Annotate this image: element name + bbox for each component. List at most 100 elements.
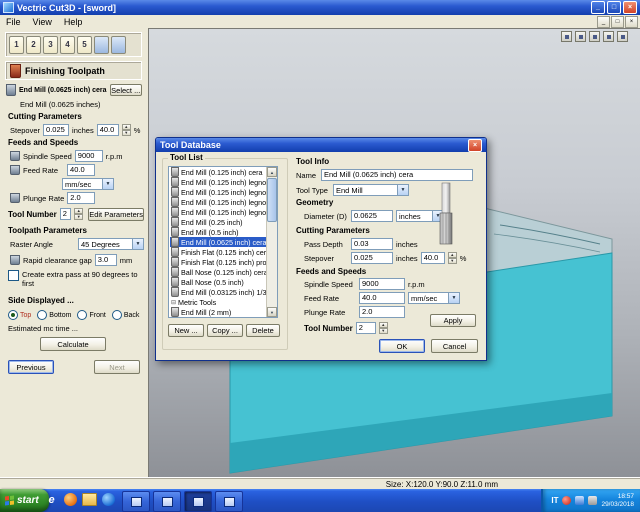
tool-list-item[interactable]: ⊟ Finish Flat (0.125 inch) prova	[170, 257, 267, 267]
dialog-close-icon[interactable]: ×	[468, 138, 482, 152]
workflow-step-button[interactable]: 3	[43, 35, 58, 54]
plunge-rate-input[interactable]: 2.0	[67, 192, 96, 204]
apply-button[interactable]: Apply	[430, 314, 476, 327]
spindle-speed-input[interactable]: 9000	[74, 150, 103, 162]
feed-rate-input[interactable]: 40.0	[67, 164, 96, 176]
tool-list-item[interactable]: ⊟ End Mill (0.5 inch)	[170, 227, 267, 237]
tool-number-input[interactable]: 2	[59, 208, 72, 220]
calculate-button[interactable]: Calculate	[40, 337, 106, 351]
pass-depth-input[interactable]: 0.03	[351, 238, 393, 250]
tool-list-scrollbar[interactable]: ▲ ▼	[266, 167, 277, 317]
menu-item[interactable]: View	[27, 17, 58, 27]
view-iso-icon[interactable]	[561, 31, 572, 42]
dialog-feed-unit-dropdown[interactable]: mm/sec ▼	[408, 292, 460, 304]
chevron-down-icon[interactable]: ▼	[132, 239, 143, 249]
tool-list-item[interactable]: ⊟ End Mill (0.125 inch) cera	[170, 167, 267, 177]
chevron-down-icon[interactable]: ▼	[448, 293, 459, 303]
tray-icon-3[interactable]	[588, 496, 598, 505]
scrollbar-thumb[interactable]	[267, 178, 277, 222]
tool-list-item[interactable]: ⊟ Metric Tools	[170, 297, 267, 307]
child-restore-icon[interactable]: □	[611, 15, 624, 28]
side-option[interactable]: Front	[77, 310, 106, 320]
dialog-title-bar[interactable]: Tool Database ×	[156, 138, 486, 152]
tool-list-item[interactable]: ⊟ End Mill (0.125 inch) legno finitura	[170, 197, 267, 207]
chevron-down-icon[interactable]: ▼	[102, 179, 113, 189]
view-side-icon[interactable]	[603, 31, 614, 42]
save-file-button[interactable]	[111, 35, 126, 54]
dialog-tool-number-input[interactable]: 2	[355, 322, 376, 334]
start-button[interactable]: start	[0, 489, 49, 512]
side-option[interactable]: Bottom	[37, 310, 71, 320]
dialog-plunge-input[interactable]: 2.0	[359, 306, 405, 318]
dialog-stepover-input[interactable]: 0.025	[351, 252, 393, 264]
child-close-icon[interactable]: ×	[625, 15, 638, 28]
dialog-spindle-input[interactable]: 9000	[359, 278, 405, 290]
tray-clock[interactable]: 18:57 29/03/2018	[601, 493, 634, 508]
scroll-down-icon[interactable]: ▼	[267, 307, 277, 317]
dialog-tool-number-stepper[interactable]: ▲ ▼	[378, 322, 388, 334]
maximize-icon[interactable]: □	[607, 1, 621, 14]
workflow-step-button[interactable]: 5	[77, 35, 92, 54]
tool-list-item[interactable]: ⊟ End Mill (0.03125 inch) 1/32 cera guer…	[170, 287, 267, 297]
tool-list-item[interactable]: ⊟ End Mill (0.125 inch) legno finitura l…	[170, 207, 267, 217]
internet-explorer-icon[interactable]: e	[44, 492, 59, 507]
language-indicator[interactable]: IT	[551, 496, 558, 505]
tree-collapse-icon[interactable]: ⊟	[171, 299, 176, 306]
side-option[interactable]: Back	[111, 310, 139, 320]
task-button-active[interactable]	[184, 491, 212, 512]
dialog-stepover-stepper[interactable]: ▲ ▼	[447, 252, 457, 264]
raster-angle-dropdown[interactable]: 45 Degrees ▼	[78, 238, 144, 250]
view-top-icon[interactable]	[575, 31, 586, 42]
select-tool-button[interactable]: Select ...	[109, 84, 142, 96]
radio-icon[interactable]	[77, 310, 88, 320]
stepover-input[interactable]: 0.025	[43, 124, 70, 136]
child-minimize-icon[interactable]: _	[597, 15, 610, 28]
cancel-button[interactable]: Cancel	[431, 339, 478, 353]
dialog-stepover-percent-input[interactable]: 40.0	[420, 252, 445, 264]
minimize-icon[interactable]: _	[591, 1, 605, 14]
copy-tool-button[interactable]: Copy ...	[207, 324, 243, 337]
firefox-icon[interactable]	[63, 492, 78, 507]
tool-list-item[interactable]: ⊟ Finish Flat (0.125 inch) cera (quella …	[170, 247, 267, 257]
previous-button[interactable]: Previous	[8, 360, 54, 374]
tool-list-item[interactable]: ⊟ End Mill (0.0625 inch) cera	[170, 237, 267, 247]
close-icon[interactable]: ×	[623, 1, 637, 14]
workflow-step-button[interactable]: 1	[9, 35, 24, 54]
radio-icon[interactable]	[8, 310, 18, 320]
workflow-step-button[interactable]: 4	[60, 35, 75, 54]
task-button[interactable]	[122, 491, 150, 512]
radio-icon[interactable]	[37, 310, 48, 320]
menu-item[interactable]: Help	[58, 17, 89, 27]
tool-list-item[interactable]: ⊟ Ball Nose (0.5 inch)	[170, 277, 267, 287]
extra-pass-checkbox[interactable]	[8, 270, 19, 281]
next-button[interactable]: Next	[94, 360, 140, 374]
stepover-percent-input[interactable]: 40.0	[96, 124, 119, 136]
delete-tool-button[interactable]: Delete	[246, 324, 280, 337]
tool-name-input[interactable]: End Mill (0.0625 inch) cera	[321, 169, 473, 181]
open-file-button[interactable]	[94, 35, 109, 54]
scroll-up-icon[interactable]: ▲	[267, 167, 277, 177]
folder-icon[interactable]	[82, 492, 97, 507]
new-tool-button[interactable]: New ...	[168, 324, 204, 337]
ok-button[interactable]: OK	[379, 339, 425, 353]
dialog-feed-input[interactable]: 40.0	[359, 292, 405, 304]
tool-list-item[interactable]: ⊟ Ball Nose (0.125 inch) cera ACCANNON	[170, 267, 267, 277]
tool-list-item[interactable]: ⊟ End Mill (2 mm)	[170, 307, 267, 317]
tray-icon-1[interactable]	[562, 496, 572, 505]
media-player-icon[interactable]	[101, 492, 116, 507]
view-fit-icon[interactable]	[617, 31, 628, 42]
tool-type-dropdown[interactable]: End Mill ▼	[333, 184, 409, 196]
radio-icon[interactable]	[111, 310, 122, 320]
task-button[interactable]	[153, 491, 181, 512]
feed-unit-dropdown[interactable]: mm/sec ▼	[62, 178, 114, 190]
edit-parameters-button[interactable]: Edit Parameters	[88, 207, 144, 221]
tool-list-item[interactable]: ⊟ End Mill (0.25 inch)	[170, 217, 267, 227]
chevron-down-icon[interactable]: ▼	[397, 185, 408, 195]
view-front-icon[interactable]	[589, 31, 600, 42]
menu-item[interactable]: File	[0, 17, 27, 27]
diameter-input[interactable]: 0.0625	[351, 210, 393, 222]
side-option[interactable]: Top	[8, 310, 31, 320]
tool-number-stepper[interactable]: ▲ ▼	[74, 208, 84, 220]
clearance-input[interactable]: 3.0	[94, 254, 117, 266]
tool-list-item[interactable]: ⊟ End Mill (0.125 inch) legno agross len…	[170, 187, 267, 197]
